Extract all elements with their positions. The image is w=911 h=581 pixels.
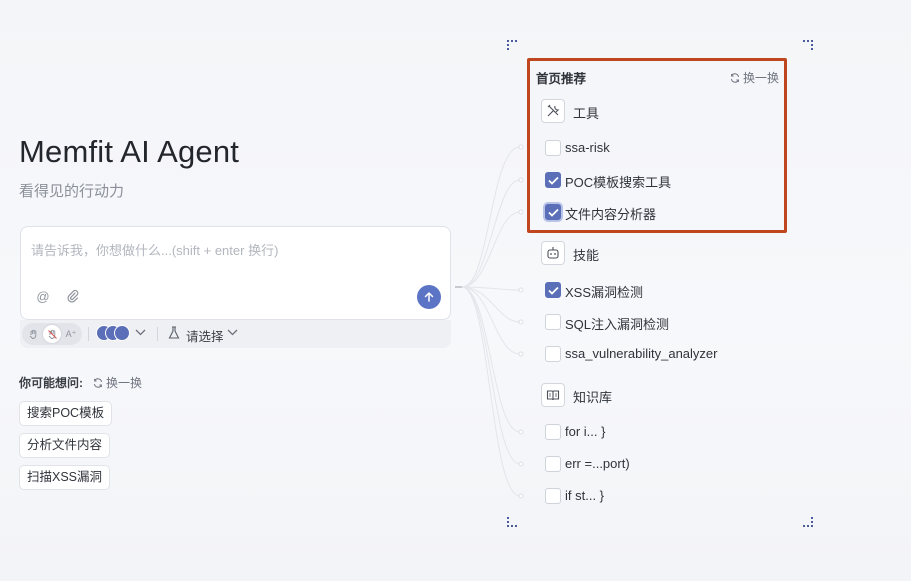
item-label: for i... } bbox=[565, 424, 606, 439]
item-label: err =...port) bbox=[565, 456, 630, 471]
book-icon bbox=[541, 383, 565, 407]
check-icon bbox=[547, 286, 559, 295]
item-label: SQL注入漏洞检测 bbox=[565, 317, 670, 332]
recommend-refresh-label: 换一换 bbox=[743, 71, 780, 85]
group-label-tools: 工具 bbox=[573, 106, 600, 121]
selection-corner bbox=[507, 40, 517, 50]
checkbox-knowledge-1[interactable] bbox=[545, 424, 561, 440]
robot-icon bbox=[541, 241, 565, 265]
item-label: POC模板搜索工具 bbox=[565, 175, 672, 190]
checkbox-knowledge-2[interactable] bbox=[545, 456, 561, 472]
checkbox-file-analyzer[interactable] bbox=[545, 204, 561, 220]
checkbox-ssa-risk[interactable] bbox=[545, 140, 561, 156]
recommend-refresh-button[interactable]: 换一换 bbox=[730, 69, 779, 86]
checkbox-poc-search-tool[interactable] bbox=[545, 172, 561, 188]
tools-icon bbox=[541, 99, 565, 123]
refresh-icon bbox=[731, 72, 739, 83]
item-label: if st... } bbox=[565, 488, 605, 503]
selection-corner bbox=[507, 517, 517, 527]
item-label: XSS漏洞检测 bbox=[565, 285, 644, 300]
checkbox-ssa-vuln-analyzer[interactable] bbox=[545, 346, 561, 362]
checkbox-knowledge-3[interactable] bbox=[545, 488, 561, 504]
group-label-knowledge: 知识库 bbox=[573, 390, 613, 405]
item-label: ssa-risk bbox=[565, 140, 610, 155]
item-label: 文件内容分析器 bbox=[565, 207, 657, 222]
check-icon bbox=[547, 208, 559, 217]
selection-corner bbox=[803, 517, 813, 527]
group-label-skills: 技能 bbox=[573, 248, 600, 263]
check-icon bbox=[547, 176, 559, 185]
checkbox-xss-detection[interactable] bbox=[545, 282, 561, 298]
recommend-heading: 首页推荐 bbox=[536, 72, 587, 86]
selection-corner bbox=[803, 40, 813, 50]
checkbox-sql-injection[interactable] bbox=[545, 314, 561, 330]
item-label: ssa_vulnerability_analyzer bbox=[565, 346, 718, 361]
